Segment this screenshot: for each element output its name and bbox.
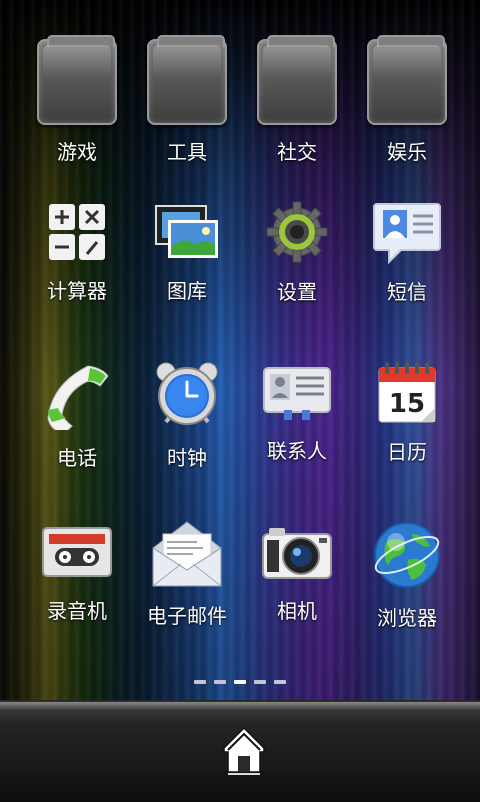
folder-label: 社交 [277,140,317,164]
camera-icon [262,527,332,579]
app-label: 设置 [277,280,317,304]
app-browser[interactable]: 浏览器 [352,484,462,630]
app-label: 短信 [387,280,427,304]
messaging-icon [373,203,441,264]
app-label: 录音机 [47,599,107,623]
folder-icon [37,35,117,125]
phone-icon [47,365,109,430]
folder-icon [367,35,447,125]
page-dot[interactable] [274,680,286,684]
app-label: 电子邮件 [147,604,227,628]
app-label: 浏览器 [377,606,437,630]
globe-browser-icon [374,522,440,588]
page-dot-current[interactable] [234,680,246,684]
home-button[interactable] [220,722,268,778]
app-settings[interactable]: 设置 [242,164,352,304]
folder-icon [257,35,337,125]
contacts-icon [263,366,331,420]
app-clock[interactable]: 时钟 [132,324,242,470]
page-dot[interactable] [194,680,206,684]
app-label: 日历 [387,440,427,464]
folder-label: 工具 [167,140,207,164]
email-envelope-icon [152,521,222,587]
app-recorder[interactable]: 录音机 [22,484,132,624]
app-grid: 游戏 工具 社交 娱乐 计算器 图库 设置 短信 电话 时钟 联系人 15 日历… [0,0,480,680]
app-label: 图库 [167,279,207,303]
app-label: 相机 [277,599,317,623]
page-dot[interactable] [254,680,266,684]
folder-entertainment[interactable]: 娱乐 [352,4,462,164]
app-label: 计算器 [47,279,107,303]
app-email[interactable]: 电子邮件 [132,484,242,628]
folder-tools[interactable]: 工具 [132,4,242,164]
calendar-icon: 15 [378,362,436,423]
alarm-clock-icon [156,362,218,425]
app-label: 时钟 [167,446,207,470]
page-indicator [0,680,480,686]
app-calendar[interactable]: 15 日历 [352,324,462,464]
folder-social[interactable]: 社交 [242,4,352,164]
calculator-icon [49,203,105,260]
app-label: 电话 [57,446,97,470]
page-dot[interactable] [214,680,226,684]
folder-label: 游戏 [57,140,97,164]
svg-text:15: 15 [389,389,425,419]
app-label: 联系人 [267,439,327,463]
cassette-recorder-icon [42,526,112,577]
settings-gear-icon [266,201,328,263]
gallery-icon [155,204,218,258]
app-phone[interactable]: 电话 [22,324,132,470]
home-icon [223,726,265,775]
app-messaging[interactable]: 短信 [352,164,462,304]
app-gallery[interactable]: 图库 [132,164,242,304]
folder-games[interactable]: 游戏 [22,4,132,164]
folder-label: 娱乐 [387,140,427,164]
app-contacts[interactable]: 联系人 [242,324,352,464]
app-camera[interactable]: 相机 [242,484,352,624]
folder-icon [147,35,227,125]
app-calculator[interactable]: 计算器 [22,164,132,304]
